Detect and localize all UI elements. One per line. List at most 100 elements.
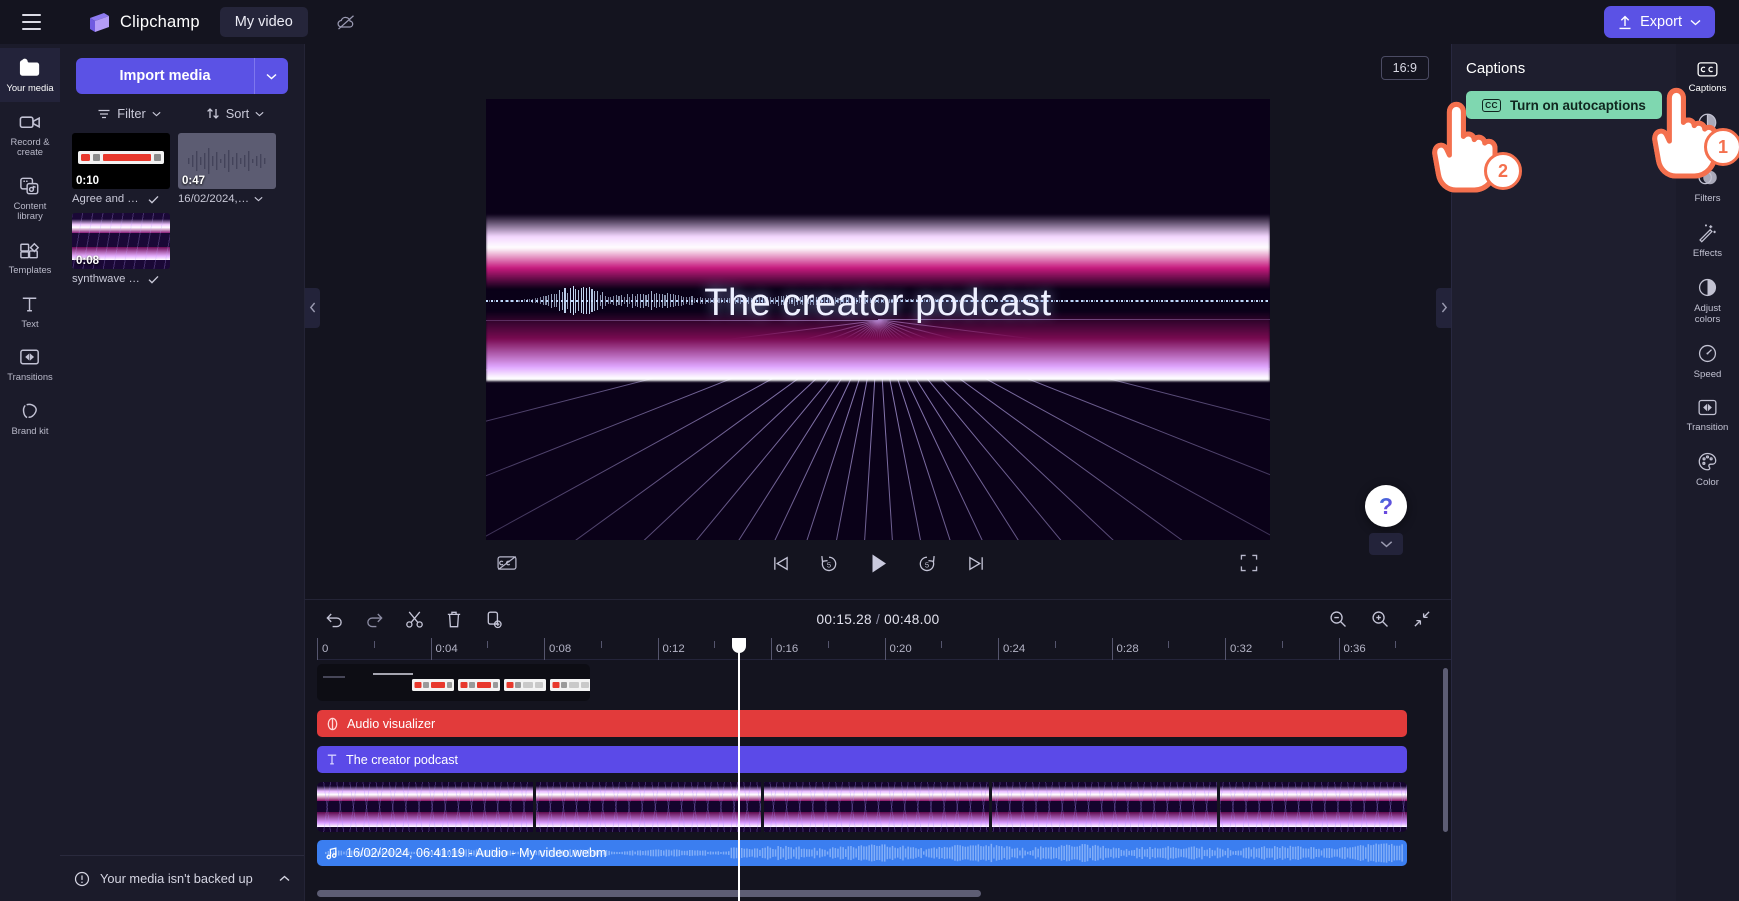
zoom-out-icon[interactable] bbox=[1325, 606, 1351, 632]
effects-rail-item[interactable]: Effects bbox=[1676, 213, 1739, 268]
media-name-row: synthwave ne... bbox=[72, 273, 170, 285]
ruler-tick-label: 0:20 bbox=[885, 638, 912, 660]
skip-to-end-icon[interactable] bbox=[963, 550, 989, 576]
brand: Clipchamp bbox=[88, 12, 200, 33]
sidebar-item-transitions[interactable]: Transitions bbox=[0, 337, 60, 391]
clip-label: The creator podcast bbox=[317, 753, 458, 767]
timeline-horizontal-scrollbar[interactable] bbox=[317, 890, 1443, 897]
overlay-title-text: The creator podcast bbox=[486, 282, 1270, 325]
audio-visualizer-icon bbox=[326, 717, 339, 731]
clip-label: 16/02/2024, 06:41:19 - Audio - My video.… bbox=[317, 846, 606, 860]
scissors-icon[interactable] bbox=[401, 606, 427, 632]
sidebar-item-your-media[interactable]: Your media bbox=[0, 48, 60, 102]
undo-icon[interactable] bbox=[321, 606, 347, 632]
fullscreen-icon[interactable] bbox=[1236, 550, 1262, 576]
captions-off-icon[interactable] bbox=[494, 550, 520, 576]
media-item[interactable]: 0:08 synthwave ne... bbox=[72, 213, 170, 285]
timeline-clip-overlay[interactable] bbox=[317, 664, 590, 701]
ruler-minor-tick bbox=[601, 641, 602, 648]
fit-to-screen-icon[interactable] bbox=[1409, 606, 1435, 632]
rail-item-label: Adjust colors bbox=[1694, 303, 1721, 325]
zoom-in-icon[interactable] bbox=[1367, 606, 1393, 632]
media-duration: 0:08 bbox=[76, 255, 99, 267]
clip-label: Audio visualizer bbox=[317, 717, 435, 731]
media-duration: 0:47 bbox=[182, 175, 205, 187]
top-bar: Clipchamp My video Export bbox=[0, 0, 1739, 44]
sort-button[interactable]: Sort bbox=[182, 106, 288, 121]
sidebar-item-text[interactable]: Text bbox=[0, 284, 60, 338]
collapse-right-panel-button[interactable] bbox=[1436, 288, 1451, 328]
rail-item-label: Fade bbox=[1697, 138, 1719, 149]
transitions-icon bbox=[18, 346, 43, 368]
properties-panel: Captions CC Turn on autocaptions bbox=[1451, 44, 1676, 901]
media-item[interactable]: 0:10 Agree and su... bbox=[72, 133, 170, 205]
warning-circle-icon bbox=[74, 871, 90, 887]
hamburger-menu-icon[interactable] bbox=[14, 5, 48, 39]
current-time: 00:15.28 bbox=[817, 612, 872, 627]
import-media-button[interactable]: Import media bbox=[76, 58, 254, 94]
collapse-preview-chevron-down-icon[interactable] bbox=[1369, 533, 1403, 555]
export-button[interactable]: Export bbox=[1604, 6, 1715, 38]
sidebar-item-content-library[interactable]: Content library bbox=[0, 166, 60, 230]
timeline-clip-audio-visualizer[interactable]: Audio visualizer bbox=[317, 710, 1407, 737]
media-backup-status[interactable]: Your media isn't backed up bbox=[60, 855, 304, 901]
filters-rail-item[interactable]: Filters bbox=[1676, 158, 1739, 213]
import-media-row: Import media bbox=[60, 44, 304, 94]
aspect-ratio-button[interactable]: 16:9 bbox=[1381, 56, 1429, 80]
ruler-tick-label: 0:12 bbox=[658, 638, 685, 660]
rewind-5-icon[interactable]: 5 bbox=[816, 550, 842, 576]
video-preview[interactable]: The creator podcast bbox=[486, 99, 1270, 540]
player-controls-right bbox=[1236, 550, 1262, 576]
project-title-tab[interactable]: My video bbox=[220, 7, 308, 37]
collapse-left-panel-button[interactable] bbox=[305, 288, 320, 328]
sidebar-item-templates[interactable]: Templates bbox=[0, 230, 60, 284]
media-item[interactable]: 0:47 16/02/2024, 0... bbox=[178, 133, 276, 205]
clip-label-text: The creator podcast bbox=[346, 753, 458, 767]
turn-on-autocaptions-button[interactable]: CC Turn on autocaptions bbox=[1466, 91, 1662, 119]
media-thumbnail: 0:08 bbox=[72, 213, 170, 269]
check-icon bbox=[148, 275, 159, 284]
fade-rail-item[interactable]: Fade bbox=[1676, 103, 1739, 158]
timeline-clip-text[interactable]: The creator podcast bbox=[317, 746, 1407, 773]
autocaptions-label: Turn on autocaptions bbox=[1510, 98, 1646, 113]
cloud-off-icon[interactable] bbox=[332, 8, 360, 36]
duplicate-icon[interactable] bbox=[481, 606, 507, 632]
timeline-clip-video[interactable] bbox=[317, 782, 1407, 832]
ruler-tick-label: 0:32 bbox=[1225, 638, 1252, 660]
trash-icon[interactable] bbox=[441, 606, 467, 632]
ruler-tick-label: 0:36 bbox=[1339, 638, 1366, 660]
timeline-body[interactable]: 0 0:04 0:08 0:12 0:16 0:20 0:24 0:28 0:32 0:36 bbox=[305, 638, 1451, 901]
captions-rail-item[interactable]: Captions bbox=[1676, 52, 1739, 103]
transition-rail-item[interactable]: Transition bbox=[1676, 389, 1739, 442]
adjust-colors-rail-item[interactable]: Adjust colors bbox=[1676, 268, 1739, 334]
sidebar-item-brand-kit[interactable]: Brand kit bbox=[0, 391, 60, 445]
forward-5-icon[interactable]: 5 bbox=[914, 550, 940, 576]
timeline-ruler[interactable]: 0 0:04 0:08 0:12 0:16 0:20 0:24 0:28 0:32 0:36 bbox=[317, 638, 1451, 660]
filter-button[interactable]: Filter bbox=[76, 106, 182, 121]
svg-text:5: 5 bbox=[827, 560, 831, 569]
time-separator: / bbox=[876, 612, 880, 627]
templates-icon bbox=[18, 239, 43, 261]
media-name: synthwave ne... bbox=[72, 273, 144, 285]
speed-rail-item[interactable]: Speed bbox=[1676, 334, 1739, 389]
help-question-icon[interactable]: ? bbox=[1365, 485, 1407, 527]
rail-item-label: Speed bbox=[1694, 369, 1722, 380]
redo-icon[interactable] bbox=[361, 606, 387, 632]
timeline-clip-audio[interactable]: 16/02/2024, 06:41:19 - Audio - My video.… bbox=[317, 840, 1407, 866]
ruler-minor-tick bbox=[1168, 641, 1169, 648]
ruler-minor-tick bbox=[1055, 641, 1056, 648]
cc-icon: CC bbox=[1482, 99, 1501, 112]
timeline-vertical-scrollbar[interactable] bbox=[1443, 666, 1448, 885]
chevron-down-icon bbox=[254, 196, 263, 202]
clipchamp-app: Clipchamp My video Export Your media Rec… bbox=[0, 0, 1739, 901]
play-icon[interactable] bbox=[865, 550, 891, 576]
import-media-dropdown-chevron-down-icon[interactable] bbox=[254, 58, 288, 94]
check-icon bbox=[148, 195, 159, 204]
sidebar-item-record-create[interactable]: Record & create bbox=[0, 102, 60, 166]
color-rail-item[interactable]: Color bbox=[1676, 442, 1739, 497]
skip-to-start-icon[interactable] bbox=[767, 550, 793, 576]
player-transport-controls: 5 5 bbox=[767, 550, 989, 576]
brand-kit-icon bbox=[18, 400, 43, 422]
clip-label-text: 16/02/2024, 06:41:19 - Audio - My video.… bbox=[346, 846, 606, 860]
video-canvas: The creator podcast bbox=[486, 99, 1270, 540]
